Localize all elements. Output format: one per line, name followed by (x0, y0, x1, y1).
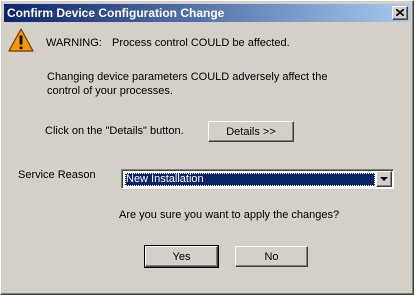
chevron-down-icon (380, 177, 388, 181)
close-icon (396, 9, 404, 16)
warning-icon (8, 28, 34, 52)
details-instruction: Click on the "Details" button. (45, 125, 184, 137)
service-reason-select[interactable]: New Installation (121, 169, 394, 189)
title-bar[interactable]: Confirm Device Configuration Change (4, 4, 410, 22)
confirm-question: Are you sure you want to apply the chang… (119, 209, 340, 221)
close-button[interactable] (392, 6, 408, 20)
no-button[interactable]: No (235, 246, 308, 267)
service-reason-label: Service Reason (18, 169, 96, 181)
warning-label: WARNING: (46, 37, 102, 49)
yes-button[interactable]: Yes (144, 245, 219, 268)
description-line-1: Changing device parameters COULD adverse… (47, 71, 328, 83)
details-button[interactable]: Details >> (208, 121, 294, 142)
service-reason-value: New Installation (125, 173, 375, 186)
window-title: Confirm Device Configuration Change (7, 6, 225, 20)
dropdown-button[interactable] (376, 171, 392, 187)
dialog-window: Confirm Device Configuration Change WARN… (0, 0, 414, 295)
description-line-2: control of your processes. (47, 85, 173, 97)
warning-message: Process control COULD be affected. (112, 37, 290, 49)
